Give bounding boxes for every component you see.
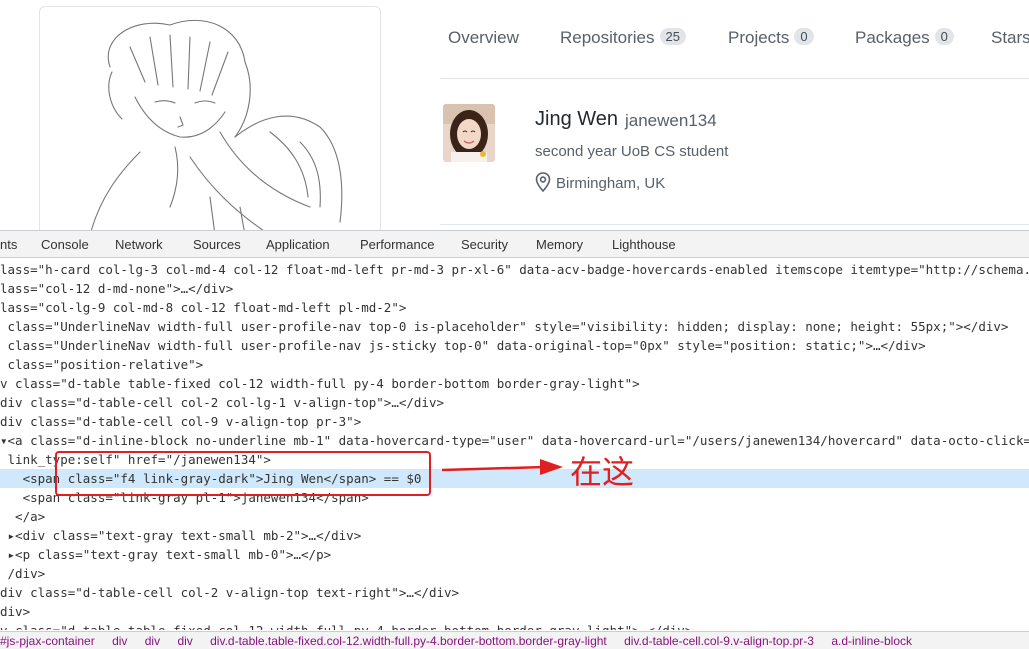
dom-node-line[interactable]: /div> xyxy=(0,564,1029,583)
tab-packages[interactable]: Packages 0 xyxy=(855,28,954,48)
packages-count: 0 xyxy=(934,28,954,45)
dom-node-line[interactable]: v class="d-table table-fixed col-12 widt… xyxy=(0,621,1029,630)
annotation-highlight-box xyxy=(55,451,431,496)
breadcrumb-item[interactable]: div xyxy=(177,634,192,648)
tab-lighthouse[interactable]: Lighthouse xyxy=(612,237,676,252)
tab-memory[interactable]: Memory xyxy=(536,237,583,252)
tab-repositories[interactable]: Repositories 25 xyxy=(560,28,686,48)
dom-tree: lass="h-card col-lg-3 col-md-4 col-12 fl… xyxy=(0,260,1029,630)
breadcrumb-item[interactable]: div.d-table-cell.col-9.v-align-top.pr-3 xyxy=(624,634,814,648)
dom-node-line[interactable]: class="position-relative"> xyxy=(0,355,1029,374)
dom-node-line[interactable]: lass="col-lg-9 col-md-8 col-12 float-md-… xyxy=(0,298,1029,317)
tab-security[interactable]: Security xyxy=(461,237,508,252)
dom-node-line[interactable]: div class="d-table-cell col-2 col-lg-1 v… xyxy=(0,393,1029,412)
dom-node-line[interactable]: div class="d-table-cell col-9 v-align-to… xyxy=(0,412,1029,431)
projects-count: 0 xyxy=(794,28,814,45)
dom-node-line[interactable]: lass="h-card col-lg-3 col-md-4 col-12 fl… xyxy=(0,260,1029,279)
github-profile-page: Overview Repositories 25 Projects 0 Packag… xyxy=(0,0,1029,230)
breadcrumb-item[interactable]: div xyxy=(112,634,127,648)
dom-node-line[interactable]: lass="col-12 d-md-none">…</div> xyxy=(0,279,1029,298)
repositories-count: 25 xyxy=(659,28,686,45)
profile-nav: Overview Repositories 25 Projects 0 Packag… xyxy=(440,0,1029,79)
user-login[interactable]: janewen134 xyxy=(625,111,717,131)
dom-node-line[interactable]: ▸<div class="text-gray text-small mb-2">… xyxy=(0,526,1029,545)
devtools-breadcrumb: #js-pjax-container div div div div.d-tab… xyxy=(0,631,1029,649)
tab-console[interactable]: Console xyxy=(41,237,89,252)
breadcrumb-item[interactable]: #js-pjax-container xyxy=(0,634,95,648)
location-pin-icon xyxy=(535,172,551,196)
devtools-tabbar: nts Console Network Sources Application … xyxy=(0,230,1029,258)
tab-overview[interactable]: Overview xyxy=(448,28,519,48)
devtools-panel: nts Console Network Sources Application … xyxy=(0,230,1029,649)
dom-node-line[interactable]: ▾<a class="d-inline-block no-underline m… xyxy=(0,431,1029,450)
tab-performance[interactable]: Performance xyxy=(360,237,434,252)
user-location: Birmingham, UK xyxy=(535,172,665,196)
tab-network[interactable]: Network xyxy=(115,237,163,252)
dom-node-line[interactable]: div> xyxy=(0,602,1029,621)
breadcrumb-item[interactable]: div.d-table.table-fixed.col-12.width-ful… xyxy=(210,634,607,648)
breadcrumb-item[interactable]: div xyxy=(145,634,160,648)
dom-node-line[interactable]: class="UnderlineNav width-full user-prof… xyxy=(0,336,1029,355)
user-bio: second year UoB CS student xyxy=(535,143,729,160)
dom-node-line[interactable]: class="UnderlineNav width-full user-prof… xyxy=(0,317,1029,336)
dom-node-line[interactable]: v class="d-table table-fixed col-12 widt… xyxy=(0,374,1029,393)
tab-sources[interactable]: Sources xyxy=(193,237,241,252)
user-full-name[interactable]: Jing Wen xyxy=(535,108,618,131)
dom-node-line[interactable]: ▸<p class="text-gray text-small mb-0">…<… xyxy=(0,545,1029,564)
user-hovercard: Jing Wen janewen134 second year UoB CS s… xyxy=(440,98,1029,225)
annotation-label: 在这 xyxy=(570,453,635,491)
tab-stars[interactable]: Stars xyxy=(991,28,1029,48)
tab-projects[interactable]: Projects 0 xyxy=(728,28,814,48)
breadcrumb-item[interactable]: a.d-inline-block xyxy=(831,634,912,648)
profile-avatar-sketch xyxy=(39,6,381,230)
tab-application[interactable]: Application xyxy=(266,237,330,252)
annotation-arrow-icon xyxy=(440,456,565,480)
dom-node-line[interactable]: div class="d-table-cell col-2 v-align-to… xyxy=(0,583,1029,602)
tab-elements[interactable]: nts xyxy=(0,237,17,252)
dom-node-line[interactable]: </a> xyxy=(0,507,1029,526)
location-text: Birmingham, UK xyxy=(556,175,666,192)
avatar[interactable] xyxy=(443,104,495,162)
